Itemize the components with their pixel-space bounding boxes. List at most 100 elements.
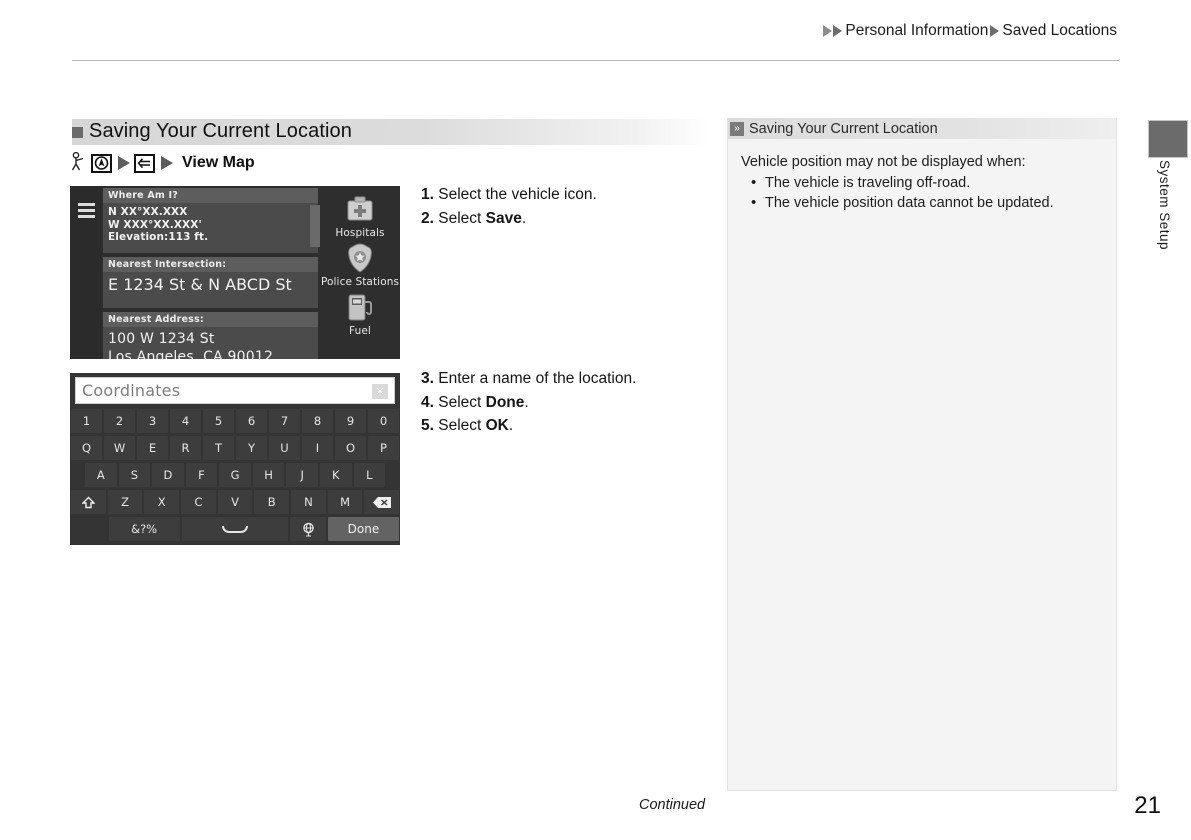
step-item: 2. Select Save.	[421, 207, 597, 231]
step-text: Select	[438, 417, 486, 434]
key-a[interactable]: A	[85, 463, 117, 487]
step-list-group-1: 1. Select the vehicle icon. 2. Select Sav…	[421, 183, 597, 230]
key-j[interactable]: J	[286, 463, 318, 487]
key-m[interactable]: M	[327, 490, 363, 514]
key-i[interactable]: I	[302, 436, 333, 460]
key-s[interactable]: S	[118, 463, 151, 487]
side-tab-label: System Setup	[1157, 160, 1172, 251]
key-e[interactable]: E	[137, 436, 168, 460]
coordinates-block: N XX°XX.XXX W XXX°XX.XXX' Elevation:113 …	[103, 203, 318, 253]
key-p[interactable]: P	[368, 436, 399, 460]
step-list-group-2: 3. Enter a name of the location. 4. Selec…	[421, 367, 636, 438]
step-text-suffix: .	[508, 417, 514, 434]
step-text: Select the vehicle icon.	[438, 186, 597, 203]
key-f[interactable]: F	[185, 463, 218, 487]
key-z[interactable]: Z	[107, 490, 143, 514]
key-g[interactable]: G	[219, 463, 251, 487]
path-arrow-icon	[118, 156, 130, 170]
step-emphasis: OK	[485, 417, 509, 434]
square-bullet-icon	[72, 126, 83, 138]
keyboard-row-qwerty: QWERTYUIOP	[70, 436, 400, 460]
note-panel-header: » Saving Your Current Location	[728, 118, 1116, 139]
step-text: Select	[438, 209, 486, 227]
fuel-pump-icon	[320, 288, 400, 326]
step-emphasis: Done	[485, 393, 525, 411]
list-item: The vehicle is traveling off-road.	[751, 173, 1106, 194]
key-h[interactable]: H	[252, 463, 285, 487]
continued-label: Continued	[639, 797, 706, 813]
list-item: The vehicle position data cannot be upda…	[751, 193, 1106, 214]
side-note-panel: » Saving Your Current Location Vehicle p…	[727, 118, 1117, 791]
breadcrumb-arrow-icon	[990, 25, 1000, 37]
page-title: Saving Your Current Location	[72, 119, 707, 145]
keyboard-screenshot: Coordinates ✕ 1234567890 QWERTYUIOP ASDF…	[70, 373, 400, 545]
nearest-intersection-value: E 1234 St & N ABCD St	[103, 272, 318, 308]
key-1[interactable]: 1	[71, 409, 102, 433]
shift-key[interactable]	[71, 490, 106, 514]
symbols-key[interactable]: &?%	[108, 517, 180, 541]
note-panel-body: Vehicle position may not be displayed wh…	[728, 139, 1116, 214]
key-4[interactable]: 4	[170, 409, 201, 433]
poi-shortcut-list: Hospitals Police Stations Fuel	[320, 186, 400, 359]
key-o[interactable]: O	[335, 436, 366, 460]
key-n[interactable]: N	[291, 490, 326, 514]
key-l[interactable]: L	[353, 463, 386, 487]
language-globe-key[interactable]	[290, 517, 326, 541]
space-key[interactable]	[181, 517, 289, 541]
where-am-i-panel: Where Am I? N XX°XX.XXX W XXX°XX.XXX' El…	[103, 188, 318, 359]
person-pointing-icon	[70, 151, 86, 174]
return-button-icon[interactable]	[134, 153, 155, 173]
step-item: 3. Enter a name of the location.	[421, 367, 636, 391]
step-number: 3.	[421, 370, 439, 387]
compass-button-icon[interactable]	[91, 153, 112, 173]
key-2[interactable]: 2	[104, 409, 135, 433]
key-0[interactable]: 0	[368, 409, 399, 433]
navigation-path: View Map	[70, 150, 255, 176]
key-r[interactable]: R	[170, 436, 201, 460]
nearest-address-label: Nearest Address:	[103, 312, 318, 327]
path-arrow-icon	[161, 156, 173, 170]
header-divider	[72, 60, 1119, 61]
keyboard-row-asdf: ASDFGHJKL	[84, 463, 386, 487]
step-number: 4.	[421, 393, 439, 411]
page-number: 21	[1134, 792, 1161, 819]
done-key[interactable]: Done	[327, 517, 400, 541]
key-d[interactable]: D	[152, 463, 184, 487]
key-x[interactable]: X	[144, 490, 180, 514]
backspace-key[interactable]	[364, 490, 400, 514]
search-input[interactable]: Coordinates ✕	[75, 377, 395, 404]
key-c[interactable]: C	[181, 490, 216, 514]
longitude-value: W XXX°XX.XXX'	[108, 218, 202, 231]
breadcrumb-arrow-icon	[833, 25, 843, 37]
key-w[interactable]: W	[104, 436, 135, 460]
key-v[interactable]: V	[217, 490, 253, 514]
key-5[interactable]: 5	[203, 409, 234, 433]
nearest-address-block: 100 W 1234 St Los Angeles, CA 90012	[103, 327, 318, 359]
key-t[interactable]: T	[203, 436, 234, 460]
double-chevron-right-icon: »	[730, 121, 744, 136]
key-3[interactable]: 3	[137, 409, 168, 433]
key-8[interactable]: 8	[302, 409, 333, 433]
key-u[interactable]: U	[269, 436, 300, 460]
poi-police-stations[interactable]: Police Stations	[320, 239, 400, 288]
step-text-suffix: .	[521, 209, 527, 227]
hamburger-icon[interactable]	[77, 203, 95, 221]
key-k[interactable]: K	[319, 463, 352, 487]
key-b[interactable]: B	[254, 490, 290, 514]
step-number: 1.	[421, 186, 439, 203]
key-6[interactable]: 6	[236, 409, 267, 433]
poi-hospitals[interactable]: Hospitals	[320, 190, 400, 239]
breadcrumb-child: Saved Locations	[1002, 22, 1117, 39]
key-9[interactable]: 9	[335, 409, 366, 433]
key-q[interactable]: Q	[71, 436, 102, 460]
nav-menu-bar	[70, 186, 102, 359]
latitude-value: N XX°XX.XXX	[108, 206, 188, 218]
poi-label: Hospitals	[335, 227, 385, 239]
step-item: 5. Select OK.	[421, 414, 636, 438]
address-line-1: 100 W 1234 St	[108, 331, 215, 347]
x-clear-icon[interactable]: ✕	[372, 384, 388, 399]
key-7[interactable]: 7	[269, 409, 300, 433]
key-y[interactable]: Y	[236, 436, 267, 460]
keyboard-spacer	[71, 517, 107, 541]
poi-fuel[interactable]: Fuel	[320, 288, 400, 337]
